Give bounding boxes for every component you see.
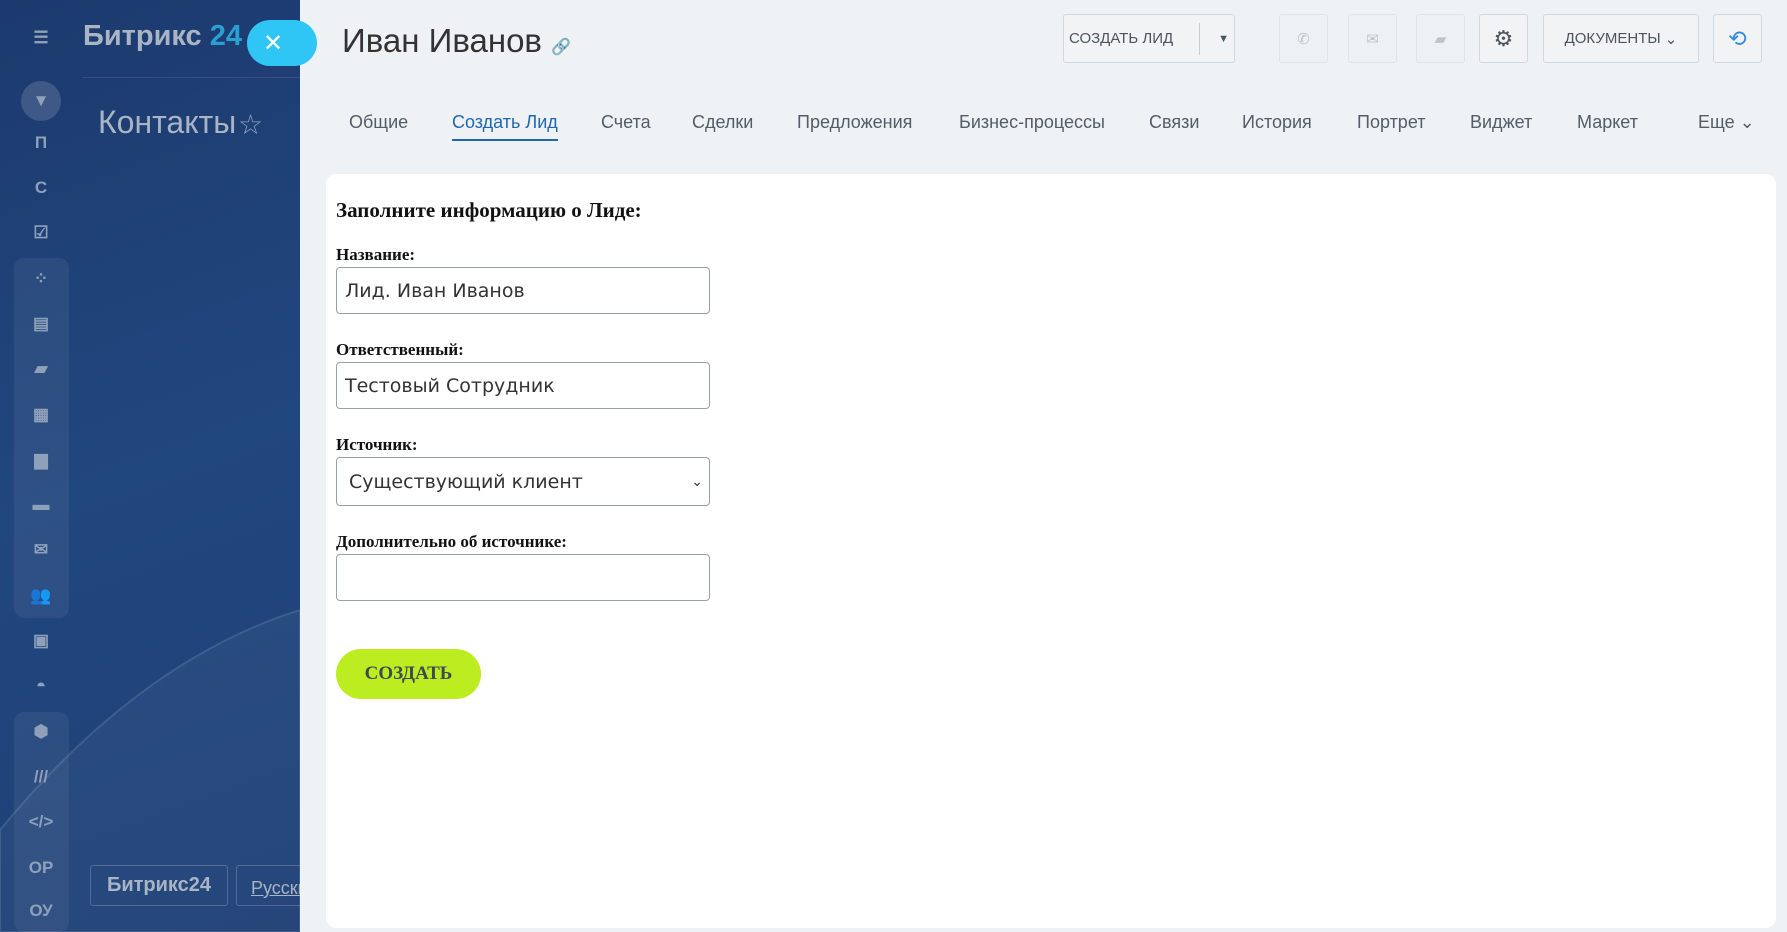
tab-bar: Общие Создать Лид Счета Сделки Предложен… <box>349 112 1779 148</box>
sidebar-item-oy[interactable]: ОУ <box>20 893 62 929</box>
chat-icon[interactable]: ▰ <box>20 351 62 387</box>
responsible-input[interactable]: Тестовый Сотрудник <box>336 362 710 409</box>
phone-icon[interactable]: ✆ <box>1279 14 1328 63</box>
marketplace-icon[interactable]: /// <box>20 759 62 795</box>
source-extra-label: Дополнительно об источнике: <box>336 532 567 551</box>
tab-quotes[interactable]: Предложения <box>797 112 912 133</box>
section-title: Контакты <box>98 104 237 140</box>
lead-form: Заполните информацию о Лиде: Название: Л… <box>336 198 710 699</box>
name-label: Название: <box>336 245 416 264</box>
content-panel: Заполните информацию о Лиде: Название: Л… <box>326 174 1776 928</box>
tab-widget[interactable]: Виджет <box>1470 112 1532 133</box>
name-input[interactable]: Лид. Иван Иванов <box>336 267 710 314</box>
source-selected-value: Существующий клиент <box>349 470 583 493</box>
window-icon[interactable]: ▤ <box>20 306 62 342</box>
crm-icon[interactable]: ⁘ <box>20 261 62 297</box>
mail-icon[interactable]: ✉ <box>20 532 62 568</box>
tab-create-lead[interactable]: Создать Лид <box>452 112 558 141</box>
users-icon[interactable]: 👥 <box>20 578 62 614</box>
box-icon[interactable]: ⬢ <box>20 714 62 750</box>
link-icon[interactable]: 🔗 <box>551 39 571 56</box>
chevron-down-icon: ⌄ <box>691 473 703 490</box>
tab-invoices[interactable]: Счета <box>601 112 651 133</box>
language-selector[interactable]: Русски <box>236 865 300 906</box>
tab-deals[interactable]: Сделки <box>692 112 753 133</box>
chat-icon[interactable]: ▰ <box>1416 14 1465 63</box>
footer-logo-button[interactable]: Битрикс24 <box>90 865 228 906</box>
hamburger-menu-icon[interactable]: ☰ <box>20 20 62 56</box>
source-extra-input[interactable] <box>336 554 710 601</box>
drive-icon[interactable]: ▬ <box>20 487 62 523</box>
tab-general[interactable]: Общие <box>349 112 408 133</box>
documents-button[interactable]: ДОКУМЕНТЫ ⌄ <box>1543 14 1699 63</box>
mail-icon[interactable]: ✉ <box>1348 14 1397 63</box>
form-heading: Заполните информацию о Лиде: <box>336 198 642 222</box>
sidebar-item-s[interactable]: С <box>20 170 62 206</box>
calendar-icon[interactable]: ▦ <box>20 397 62 433</box>
tab-links[interactable]: Связи <box>1149 112 1199 133</box>
create-lead-button[interactable]: СОЗДАТЬ ЛИД ▼ <box>1063 14 1235 63</box>
divider <box>83 77 300 78</box>
refresh-icon[interactable]: ⟲ <box>1713 14 1762 63</box>
left-sidebar: ☰ ▼ П С ☑ ⁘ ▤ ▰ ▦ ▆ ▬ ✉ 👥 ▣ ◓ ⬢ /// </> … <box>0 0 300 932</box>
source-select[interactable]: Существующий клиент ⌄ <box>336 457 710 506</box>
sidebar-item-op[interactable]: ОР <box>20 850 62 886</box>
tab-history[interactable]: История <box>1242 112 1312 133</box>
dropdown-arrow-icon: ▼ <box>1218 32 1230 45</box>
contact-card-icon[interactable]: ▣ <box>20 623 62 659</box>
settings-gear-icon[interactable]: ⚙ <box>1479 14 1528 63</box>
tab-more[interactable]: Еще ⌄ <box>1698 112 1755 133</box>
responsible-label: Ответственный: <box>336 340 464 359</box>
page-title: Иван Иванов 🔗 <box>342 22 572 59</box>
bitrix24-logo[interactable]: Битрикс 24 <box>83 20 242 53</box>
filter-icon[interactable]: ▼ <box>21 81 61 121</box>
robot-icon[interactable]: ◓ <box>20 668 62 704</box>
tab-business-processes[interactable]: Бизнес-процессы <box>959 112 1105 133</box>
tab-portrait[interactable]: Портрет <box>1357 112 1425 133</box>
document-icon[interactable]: ▆ <box>20 442 62 478</box>
close-slider-button[interactable]: ✕ <box>247 20 317 66</box>
sidebar-item-p[interactable]: П <box>20 125 62 161</box>
code-icon[interactable]: </> <box>20 804 62 840</box>
source-label: Источник: <box>336 435 418 454</box>
create-button[interactable]: СОЗДАТЬ <box>336 649 481 699</box>
tab-market[interactable]: Маркет <box>1577 112 1638 133</box>
tasks-icon[interactable]: ☑ <box>20 215 62 251</box>
favorite-star-icon[interactable]: ☆ <box>238 108 263 141</box>
